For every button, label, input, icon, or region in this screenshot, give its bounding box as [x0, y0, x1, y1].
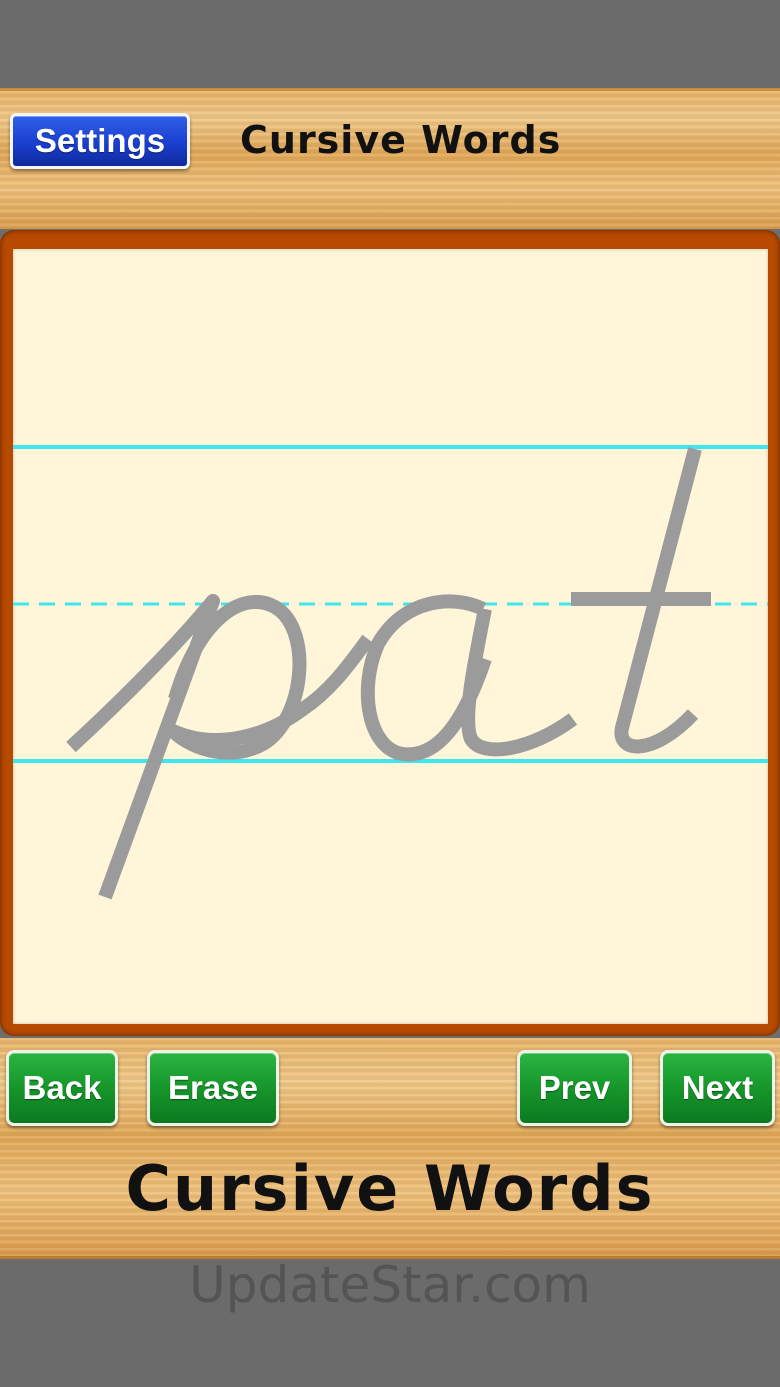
next-button[interactable]: Next — [660, 1050, 775, 1126]
prev-button[interactable]: Prev — [517, 1050, 632, 1126]
handwriting-guide — [13, 445, 768, 900]
writing-area[interactable] — [13, 249, 768, 1024]
watermark-text: UpdateStar.com — [189, 1256, 591, 1314]
settings-button[interactable]: Settings — [10, 113, 190, 169]
footer-title: Cursive Words — [125, 1151, 655, 1225]
back-button[interactable]: Back — [6, 1050, 118, 1126]
erase-button[interactable]: Erase — [147, 1050, 279, 1126]
status-bar-area — [0, 0, 780, 88]
app-title: Cursive Words — [240, 118, 562, 162]
cursive-word-trace — [66, 447, 711, 900]
